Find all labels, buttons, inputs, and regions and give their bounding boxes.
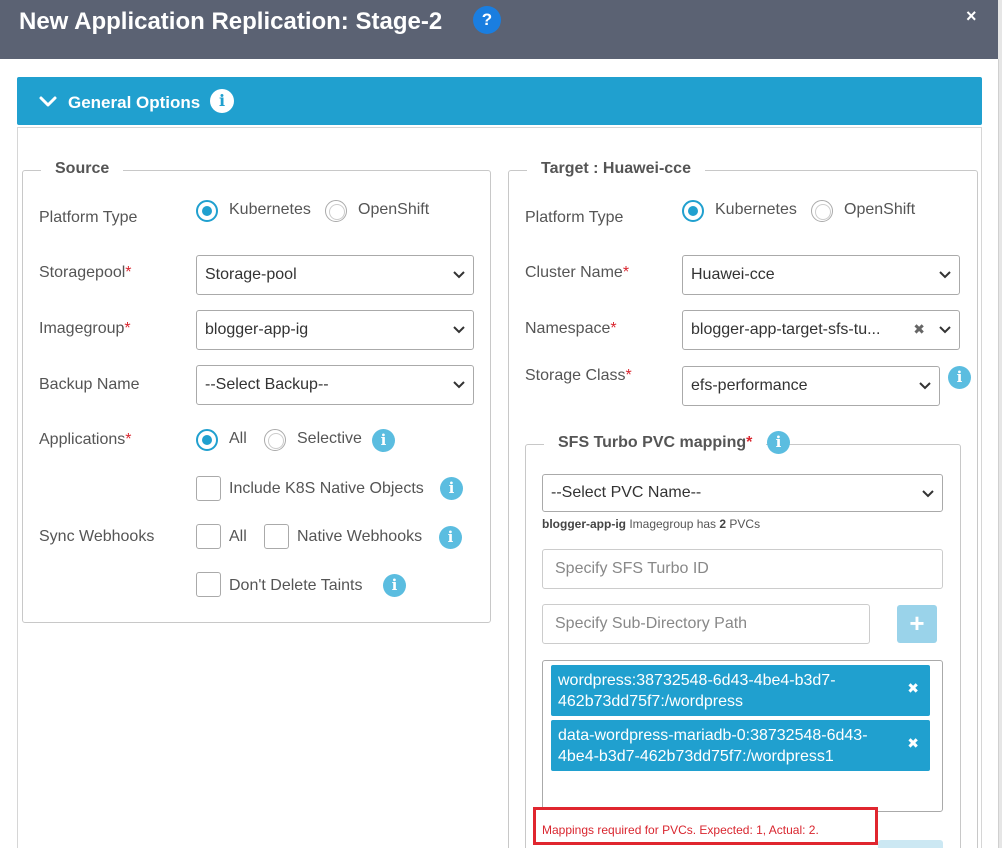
target-radio-kubernetes[interactable]: [682, 200, 704, 222]
native-webhooks-label[interactable]: Native Webhooks: [297, 528, 422, 546]
namespace-select[interactable]: blogger-app-target-sfs-tu... ✖: [682, 310, 960, 350]
close-icon[interactable]: ×: [966, 6, 977, 27]
chevron-down-icon[interactable]: [37, 91, 59, 113]
sfs-turbo-id-field[interactable]: [543, 550, 942, 588]
webhooks-all-checkbox[interactable]: [196, 524, 221, 549]
mapping-tag: wordpress:38732548-6d43-4be4-b3d7- 462b7…: [551, 665, 930, 716]
backup-value: --Select Backup--: [205, 376, 329, 393]
info-icon[interactable]: i: [383, 574, 406, 597]
dont-delete-taints-label[interactable]: Don't Delete Taints: [229, 577, 363, 595]
applications-option-all[interactable]: All: [229, 430, 247, 448]
chevron-down-icon: [939, 326, 951, 334]
cluster-value: Huawei-cce: [691, 266, 775, 283]
backup-name-label: Backup Name: [39, 376, 140, 393]
mapping-error-message: Mappings required for PVCs. Expected: 1,…: [542, 823, 819, 837]
clear-icon[interactable]: ✖: [913, 321, 925, 338]
info-icon[interactable]: i: [372, 429, 395, 452]
source-platform-type-label: Platform Type: [39, 209, 138, 226]
target-option-openshift[interactable]: OpenShift: [844, 201, 915, 219]
pvc-count-hint: blogger-app-ig Imagegroup has 2 PVCs: [542, 517, 761, 531]
sfs-turbo-id-input[interactable]: [542, 549, 943, 589]
sub-directory-field[interactable]: [543, 605, 869, 643]
cluster-name-label: Cluster Name*: [525, 264, 630, 281]
storage-class-label: Storage Class*: [525, 367, 632, 384]
sync-webhooks-label: Sync Webhooks: [39, 528, 155, 545]
include-k8s-label[interactable]: Include K8S Native Objects: [229, 480, 424, 498]
source-option-openshift[interactable]: OpenShift: [358, 201, 429, 219]
storagepool-label: Storagepool*: [39, 264, 132, 281]
help-icon[interactable]: ?: [473, 6, 501, 34]
source-legend: Source: [41, 160, 124, 178]
target-platform-type-label: Platform Type: [525, 209, 624, 226]
info-icon[interactable]: i: [948, 366, 971, 389]
remove-icon[interactable]: ✖: [907, 735, 919, 752]
sfs-mapping-legend: SFS Turbo PVC mapping*: [544, 434, 767, 452]
cluster-select[interactable]: Huawei-cce: [682, 255, 960, 295]
imagegroup-select[interactable]: blogger-app-ig: [196, 310, 474, 350]
applications-option-selective[interactable]: Selective: [297, 430, 362, 448]
storagepool-select[interactable]: Storage-pool: [196, 255, 474, 295]
native-webhooks-checkbox[interactable]: [264, 524, 289, 549]
pvc-name-value: --Select PVC Name--: [551, 484, 702, 501]
backup-select[interactable]: --Select Backup--: [196, 365, 474, 405]
sub-directory-input[interactable]: [542, 604, 870, 644]
dialog-title: New Application Replication: Stage-2: [19, 8, 443, 35]
dont-delete-taints-checkbox[interactable]: [196, 572, 221, 597]
remove-icon[interactable]: ✖: [907, 680, 919, 697]
imagegroup-label: Imagegroup*: [39, 320, 131, 337]
info-icon[interactable]: i: [439, 526, 462, 549]
source-option-kubernetes[interactable]: Kubernetes: [229, 201, 311, 219]
namespace-value: blogger-app-target-sfs-tu...: [691, 321, 881, 338]
applications-radio-all[interactable]: [196, 429, 218, 451]
source-radio-kubernetes[interactable]: [196, 200, 218, 222]
mapping-tag-text: wordpress:38732548-6d43-4be4-b3d7- 462b7…: [558, 672, 836, 710]
applications-radio-selective[interactable]: [264, 429, 286, 451]
chevron-down-icon: [453, 271, 465, 279]
storagepool-value: Storage-pool: [205, 266, 297, 283]
chevron-down-icon: [939, 271, 951, 279]
mapping-tag-text: data-wordpress-mariadb-0:38732548-6d43- …: [558, 727, 868, 765]
imagegroup-value: blogger-app-ig: [205, 321, 309, 338]
storage-class-value: efs-performance: [691, 377, 808, 394]
applications-label: Applications*: [39, 431, 132, 448]
mapping-tag: data-wordpress-mariadb-0:38732548-6d43- …: [551, 720, 930, 771]
chevron-down-icon: [919, 382, 931, 390]
chevron-down-icon: [922, 490, 934, 498]
webhooks-all-label[interactable]: All: [229, 528, 247, 546]
target-legend: Target : Huawei-cce: [527, 160, 705, 178]
target-radio-openshift[interactable]: [811, 200, 833, 222]
info-icon[interactable]: i: [440, 477, 463, 500]
include-k8s-checkbox[interactable]: [196, 476, 221, 501]
chevron-down-icon: [453, 326, 465, 334]
chevron-down-icon: [453, 381, 465, 389]
target-option-kubernetes[interactable]: Kubernetes: [715, 201, 797, 219]
info-icon[interactable]: i: [210, 89, 234, 113]
add-mapping-button[interactable]: +: [897, 605, 937, 643]
namespace-label: Namespace*: [525, 320, 617, 337]
save-mapping-button[interactable]: [878, 840, 943, 848]
info-icon[interactable]: i: [767, 431, 790, 454]
source-radio-openshift[interactable]: [325, 200, 347, 222]
general-options-title: General Options: [68, 93, 201, 112]
storage-class-select[interactable]: efs-performance: [682, 366, 940, 406]
pvc-name-select[interactable]: --Select PVC Name--: [542, 474, 943, 512]
